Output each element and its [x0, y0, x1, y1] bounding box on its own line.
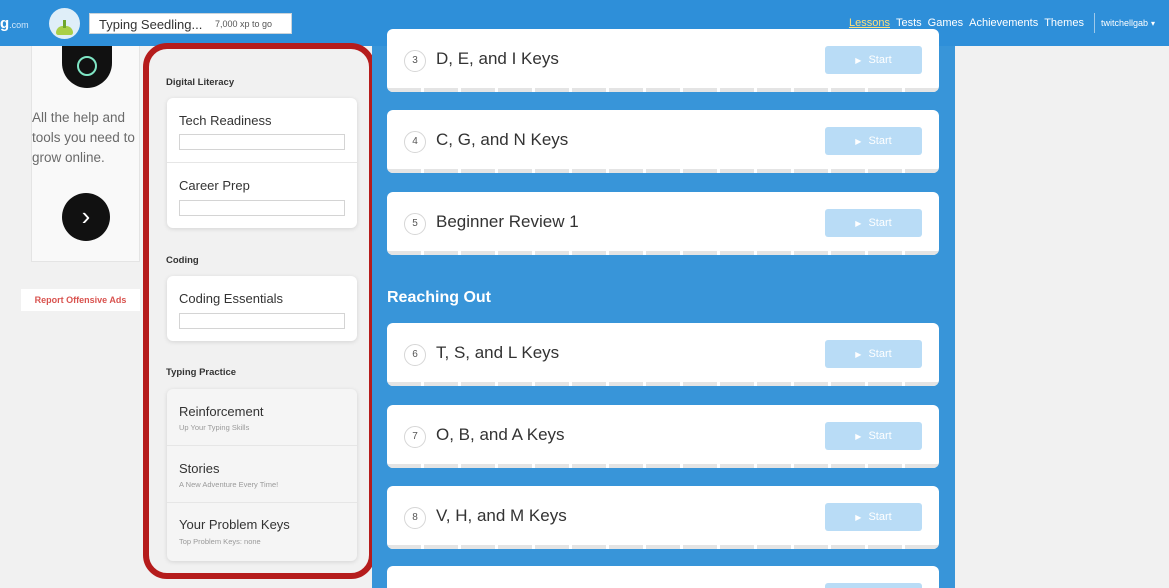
rank-badge-icon[interactable]	[49, 8, 80, 39]
start-label: Start	[868, 430, 892, 442]
lesson-progress-segments	[387, 169, 939, 173]
chevron-down-icon: ▾	[1150, 19, 1155, 28]
lessons-panel: 3 D, E, and I Keys ▶ Start 4 C, G, and N …	[372, 29, 955, 588]
play-icon: ▶	[855, 219, 862, 228]
site-logo[interactable]: g.com	[0, 15, 29, 32]
chevron-right-icon[interactable]: ›	[62, 193, 110, 241]
rank-progress-box[interactable]: Typing Seedling... 7,000 xp to go	[89, 13, 292, 34]
lesson-row[interactable]: 8 V, H, and M Keys ▶ Start	[387, 486, 939, 549]
lesson-row[interactable]: 3 D, E, and I Keys ▶ Start	[387, 29, 939, 92]
play-icon: ▶	[855, 137, 862, 146]
advertisement[interactable]: All the help and tools you need to grow …	[31, 46, 140, 262]
nav-themes[interactable]: Themes	[1044, 17, 1084, 29]
start-label: Start	[868, 511, 892, 523]
play-icon: ▶	[855, 513, 862, 522]
start-button[interactable]: ▶ Start	[825, 422, 922, 450]
advertiser-logo-icon	[62, 46, 112, 88]
start-button[interactable]: ▶ Start	[825, 340, 922, 368]
start-label: Start	[868, 135, 892, 147]
lesson-number: 7	[404, 426, 426, 448]
start-label: Start	[868, 217, 892, 229]
lesson-number: 6	[404, 344, 426, 366]
lesson-progress-segments	[387, 382, 939, 386]
user-menu[interactable]: twitchellgab ▾	[1101, 18, 1155, 28]
start-label: Start	[868, 54, 892, 66]
lesson-number: 8	[404, 507, 426, 529]
lesson-row[interactable]: 7 O, B, and A Keys ▶ Start	[387, 405, 939, 468]
lesson-row[interactable]: 6 T, S, and L Keys ▶ Start	[387, 323, 939, 386]
lesson-number: 4	[404, 131, 426, 153]
lesson-row[interactable]: 5 Beginner Review 1 ▶ Start	[387, 192, 939, 255]
ad-text: All the help and tools you need to grow …	[32, 110, 135, 165]
lesson-progress-segments	[387, 545, 939, 549]
play-icon: ▶	[855, 56, 862, 65]
logo-text: g	[0, 15, 10, 32]
lesson-progress-segments	[387, 88, 939, 92]
nav-divider	[1093, 13, 1095, 33]
start-button[interactable]: ▶ Start	[825, 46, 922, 74]
start-button[interactable]: ▶ Start	[825, 127, 922, 155]
xp-to-go: 7,000 xp to go	[215, 19, 273, 29]
play-icon: ▶	[855, 432, 862, 441]
lesson-name: C, G, and N Keys	[436, 130, 569, 149]
highlight-annotation-outline	[143, 43, 375, 579]
report-offensive-ads-link[interactable]: Report Offensive Ads	[21, 289, 140, 311]
lesson-progress-segments	[387, 251, 939, 255]
logo-suffix: .com	[9, 20, 29, 30]
lesson-row[interactable]: 4 C, G, and N Keys ▶ Start	[387, 110, 939, 173]
start-button[interactable]	[825, 583, 922, 588]
start-button[interactable]: ▶ Start	[825, 503, 922, 531]
play-icon: ▶	[855, 350, 862, 359]
lesson-number: 3	[404, 50, 426, 72]
start-button[interactable]: ▶ Start	[825, 209, 922, 237]
section-title-reaching-out: Reaching Out	[387, 289, 492, 306]
lesson-name: V, H, and M Keys	[436, 506, 567, 525]
lesson-name: T, S, and L Keys	[436, 343, 560, 362]
nav-achievements[interactable]: Achievements	[969, 17, 1038, 29]
lesson-name: O, B, and A Keys	[436, 425, 565, 444]
nav-lessons[interactable]: Lessons	[849, 17, 890, 29]
lesson-number: 5	[404, 213, 426, 235]
lesson-name: Beginner Review 1	[436, 212, 579, 231]
lesson-name: D, E, and I Keys	[436, 49, 559, 68]
lesson-progress-segments	[387, 464, 939, 468]
username: twitchellgab	[1100, 18, 1148, 28]
nav-tests[interactable]: Tests	[896, 17, 922, 29]
start-label: Start	[868, 348, 892, 360]
rank-name: Typing Seedling...	[99, 17, 203, 32]
nav-games[interactable]: Games	[928, 17, 963, 29]
lesson-row-partial[interactable]	[387, 566, 939, 588]
